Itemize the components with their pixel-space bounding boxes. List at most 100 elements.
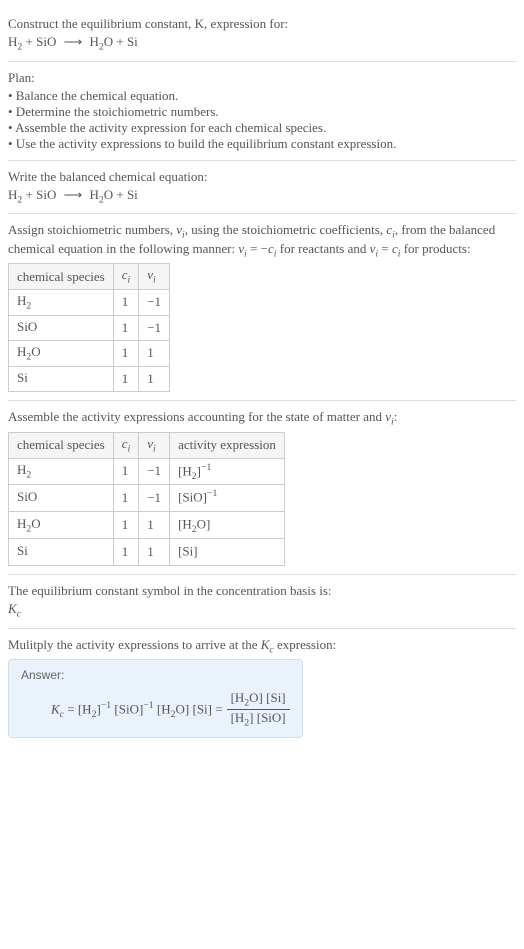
cell-activity: [H2]−1 (170, 458, 285, 485)
den-p2: ] [SiO] (249, 710, 285, 725)
stoich-eq1b: = − (247, 241, 268, 256)
stoich-t2: , using the stoichiometric coefficients, (185, 222, 387, 237)
th-activity: activity expression (170, 432, 285, 458)
kc-c: c (17, 609, 21, 620)
cell-species: Si (9, 366, 114, 392)
cell-ci: 1 (113, 289, 139, 315)
cell-nui: −1 (139, 458, 170, 485)
eq-rhs-rest: O + Si (104, 34, 138, 49)
th-ci: ci (113, 432, 139, 458)
cell-species: H2 (9, 289, 114, 315)
cell-activity: [H2O] (170, 512, 285, 539)
table-row: H2O 1 1 (9, 341, 170, 367)
activity-table: chemical species ci νi activity expressi… (8, 432, 285, 566)
stoich-table: chemical species ci νi H2 1 −1 SiO 1 −1 … (8, 263, 170, 392)
th-nui-i2: i (153, 444, 156, 455)
cell-nui: 1 (139, 366, 170, 392)
stoich-t4: for reactants and (277, 241, 370, 256)
act-pre: [H (178, 517, 192, 532)
answer-box: Answer: Kc = [H2]−1 [SiO]−1 [H2O] [Si] =… (8, 659, 303, 737)
table-row: H2 1 −1 (9, 289, 170, 315)
act-exp: −1 (207, 488, 217, 499)
balanced-equation: H2 + SiO ⟶ H2O + Si (8, 187, 516, 206)
title-text-pre: Construct the equilibrium constant, K, e… (8, 16, 288, 31)
cell-species: Si (9, 539, 114, 566)
activity-intro: Assemble the activity expressions accoun… (8, 409, 516, 428)
num-p2: O] [Si] (249, 690, 285, 705)
table-row: Si 1 1 (9, 366, 170, 392)
cell-species: SiO (9, 315, 114, 341)
th-ci-i2: i (128, 444, 131, 455)
sp-sub: 2 (26, 470, 31, 481)
cell-ci: 1 (113, 458, 139, 485)
balanced-label: Write the balanced chemical equation: (8, 169, 516, 185)
beq-h: H (8, 187, 17, 202)
activity-section: Assemble the activity expressions accoun… (8, 401, 516, 575)
frac-denominator: [H2] [SiO] (227, 710, 290, 729)
sp-pre: SiO (17, 489, 37, 504)
cell-nui: 1 (139, 341, 170, 367)
stoich-t5: for products: (400, 241, 470, 256)
cell-nui: −1 (139, 289, 170, 315)
kc-k: K (8, 601, 17, 616)
plan-label: Plan: (8, 70, 516, 86)
act-t1: Assemble the activity expressions accoun… (8, 409, 385, 424)
th-species: chemical species (9, 264, 114, 290)
plan-section: Plan: • Balance the chemical equation. •… (8, 62, 516, 161)
stoich-eq2b: = (378, 241, 392, 256)
ans-k: K (51, 701, 60, 716)
kc-symbol-label: The equilibrium constant symbol in the c… (8, 583, 516, 599)
beq-arrow: ⟶ (60, 187, 87, 202)
act-pre: [SiO] (178, 490, 207, 505)
question-section: Construct the equilibrium constant, K, e… (8, 8, 516, 62)
table-row: H2 1 −1 [H2]−1 (9, 458, 285, 485)
answer-fraction: [H2O] [Si] [H2] [SiO] (227, 690, 290, 728)
act-t2: : (394, 409, 398, 424)
cell-ci: 1 (113, 512, 139, 539)
cell-activity: [SiO]−1 (170, 485, 285, 512)
kc-symbol-section: The equilibrium constant symbol in the c… (8, 575, 516, 629)
ans-t3p: [H (154, 701, 171, 716)
ans-t2e: −1 (143, 700, 153, 711)
stoich-intro: Assign stoichiometric numbers, νi, using… (8, 222, 516, 259)
beq-rhs-h: H (86, 187, 99, 202)
ans-t1e: −1 (101, 700, 111, 711)
frac-numerator: [H2O] [Si] (227, 690, 290, 710)
stoich-t1: Assign stoichiometric numbers, (8, 222, 176, 237)
cell-ci: 1 (113, 485, 139, 512)
act-exp: −1 (201, 462, 211, 473)
sp-pre: H (17, 516, 26, 531)
table-row: SiO 1 −1 [SiO]−1 (9, 485, 285, 512)
cell-species: SiO (9, 485, 114, 512)
cell-nui: 1 (139, 512, 170, 539)
th-nui: νi (139, 432, 170, 458)
eq-h: H (8, 34, 17, 49)
ans-t3po: O] (176, 701, 190, 716)
balanced-section: Write the balanced chemical equation: H2… (8, 161, 516, 215)
kc-symbol: Kc (8, 601, 516, 620)
mult-t1: Mulitply the activity expressions to arr… (8, 637, 261, 652)
plan-item: • Use the activity expressions to build … (8, 136, 516, 152)
table-header-row: chemical species ci νi activity expressi… (9, 432, 285, 458)
ans-t1p: [H (78, 701, 92, 716)
cell-nui: −1 (139, 485, 170, 512)
answer-lhs: Kc = [H2]−1 [SiO]−1 [H2O] [Si] = (51, 700, 223, 720)
sp-pre: H (17, 344, 26, 359)
th-nui: νi (139, 264, 170, 290)
cell-ci: 1 (113, 341, 139, 367)
question-title: Construct the equilibrium constant, K, e… (8, 16, 516, 32)
eq-arrow: ⟶ (60, 34, 87, 49)
table-row: SiO 1 −1 (9, 315, 170, 341)
beq-plus: + SiO (22, 187, 59, 202)
cell-species: H2 (9, 458, 114, 485)
act-pre: [H (178, 463, 192, 478)
plan-item: • Assemble the activity expression for e… (8, 120, 516, 136)
th-ci: ci (113, 264, 139, 290)
eq-rhs-h: H (86, 34, 99, 49)
plan-list: • Balance the chemical equation. • Deter… (8, 88, 516, 152)
sp-post: O (31, 344, 40, 359)
cell-activity: [Si] (170, 539, 285, 566)
ans-eq: = (64, 701, 78, 716)
plan-item: • Balance the chemical equation. (8, 88, 516, 104)
den-p1: [H (231, 710, 245, 725)
